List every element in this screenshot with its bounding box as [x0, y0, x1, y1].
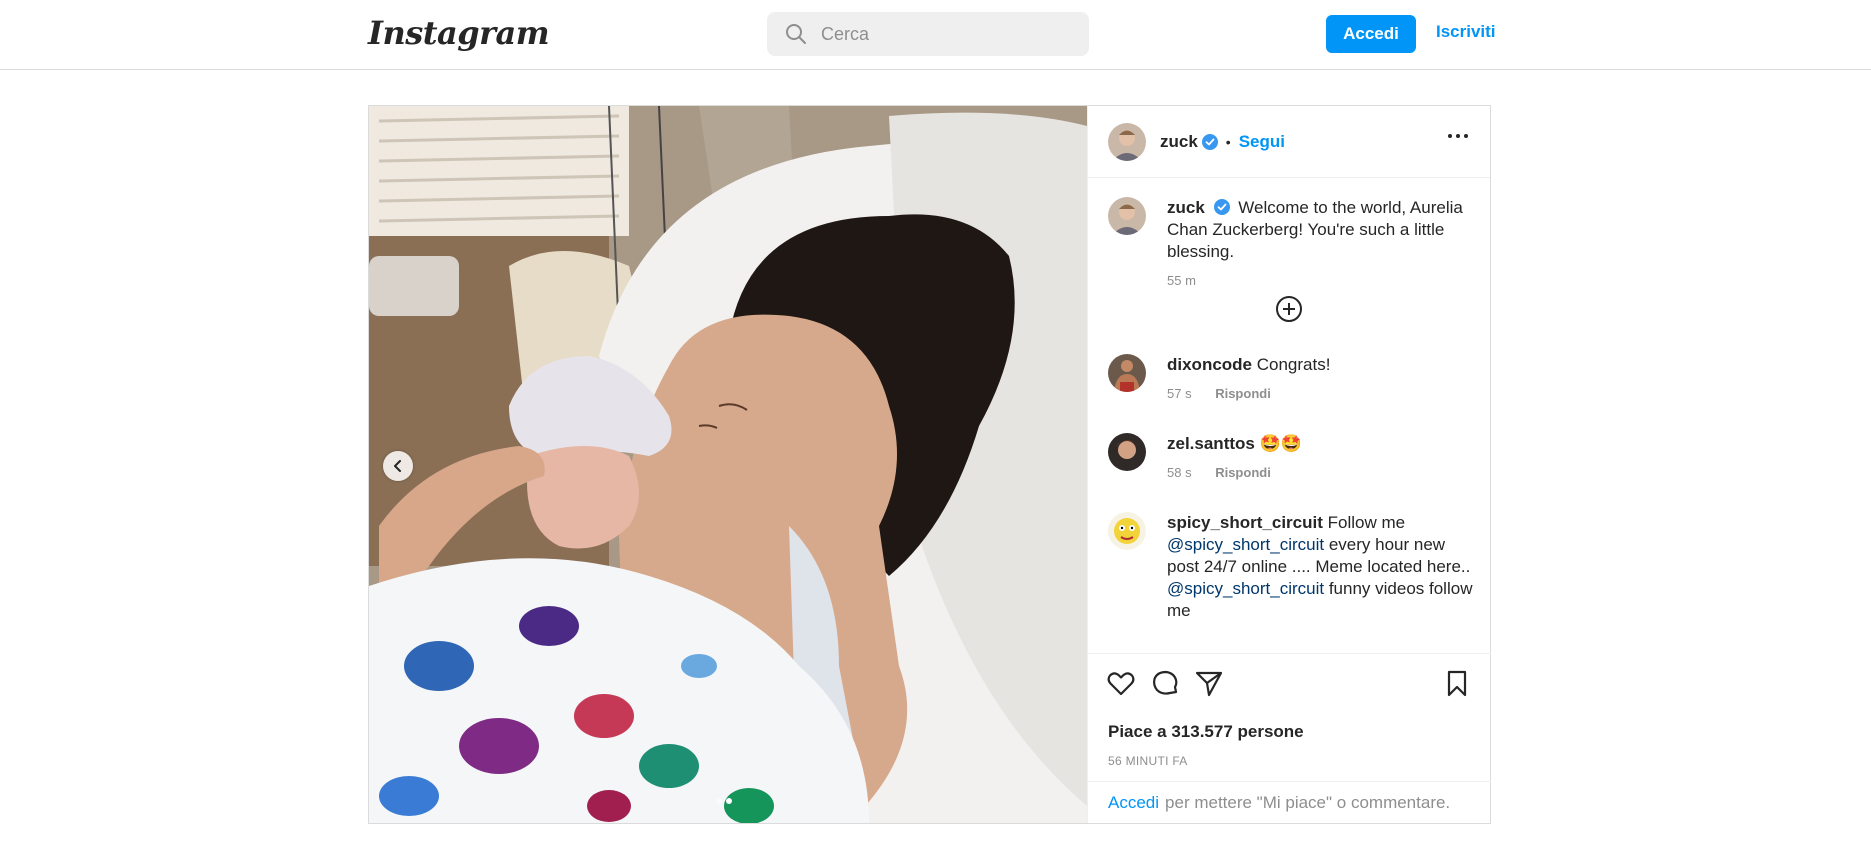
mention-link[interactable]: @spicy_short_circuit — [1167, 535, 1324, 554]
verified-badge-icon — [1201, 133, 1218, 150]
comment-meta: 57 s Rispondi — [1167, 386, 1330, 401]
action-bar — [1088, 653, 1491, 713]
login-prompt-text: per mettere "Mi piace" o commentare. — [1165, 792, 1451, 812]
author-avatar[interactable] — [1108, 197, 1146, 235]
more-options-icon[interactable] — [1448, 134, 1468, 138]
carousel-prev-button[interactable] — [383, 451, 413, 481]
comment-time: 58 s — [1167, 465, 1192, 480]
share-icon[interactable] — [1194, 668, 1224, 698]
comment-text: spicy_short_circuit Follow me @spicy_sho… — [1167, 512, 1478, 622]
top-nav: Instagram Cerca Accedi Iscriviti — [0, 0, 1871, 70]
comment-meta: 58 s Rispondi — [1167, 465, 1302, 480]
login-button[interactable]: Accedi — [1326, 15, 1416, 53]
reply-button[interactable]: Rispondi — [1215, 386, 1271, 401]
comment-body: Follow me — [1327, 513, 1406, 532]
follow-button[interactable]: Segui — [1239, 132, 1285, 152]
commenter-avatar[interactable] — [1108, 354, 1146, 392]
comment-text: dixoncode Congrats! — [1167, 354, 1330, 376]
signup-link[interactable]: Iscriviti — [1436, 22, 1496, 42]
comment-row: zel.santtos 🤩🤩 58 s Rispondi — [1108, 433, 1478, 480]
instagram-logo[interactable]: Instagram — [368, 14, 550, 52]
search-input[interactable]: Cerca — [821, 24, 869, 45]
likes-count[interactable]: Piace a 313.577 persone — [1108, 722, 1304, 742]
post-timestamp: 56 MINUTI FA — [1108, 754, 1188, 768]
search-icon — [785, 23, 807, 45]
chevron-left-icon — [392, 460, 404, 472]
commenter-avatar[interactable] — [1108, 433, 1146, 471]
carousel-dot-active — [726, 798, 732, 804]
caption-text: zuck Welcome to the world, Aurelia Chan … — [1167, 197, 1478, 263]
verified-badge-icon — [1213, 199, 1230, 215]
carousel-dot — [716, 798, 722, 804]
post-card: zuck • Segui zuck Welcome to the world, … — [368, 105, 1491, 824]
heart-icon[interactable] — [1106, 668, 1136, 698]
separator-dot: • — [1225, 133, 1231, 150]
comment-row: spicy_short_circuit Follow me @spicy_sho… — [1108, 512, 1478, 622]
search-box[interactable]: Cerca — [767, 12, 1089, 56]
mention-link[interactable]: @spicy_short_circuit — [1167, 579, 1324, 598]
comment-username[interactable]: dixoncode — [1167, 355, 1252, 374]
post-photo — [369, 106, 1087, 823]
comment-username[interactable]: spicy_short_circuit — [1167, 513, 1323, 532]
caption-row: zuck Welcome to the world, Aurelia Chan … — [1108, 197, 1478, 288]
add-circle-icon[interactable] — [1274, 294, 1304, 324]
bookmark-icon[interactable] — [1442, 668, 1472, 698]
comments-section: zuck Welcome to the world, Aurelia Chan … — [1088, 179, 1491, 649]
comment-body: Congrats! — [1256, 355, 1331, 374]
comment-body: 🤩🤩 — [1259, 434, 1302, 453]
comment-row: dixoncode Congrats! 57 s Rispondi — [1108, 354, 1478, 401]
comment-time: 57 s — [1167, 386, 1192, 401]
login-link[interactable]: Accedi — [1108, 793, 1159, 813]
commenter-avatar[interactable] — [1108, 512, 1146, 550]
carousel-indicator — [716, 798, 732, 804]
caption-body: Welcome to the world, Aurelia Chan Zucke… — [1167, 198, 1463, 261]
author-username[interactable]: zuck — [1160, 132, 1198, 152]
login-prompt: Accedi per mettere "Mi piace" o commenta… — [1088, 781, 1491, 823]
comment-text: zel.santtos 🤩🤩 — [1167, 433, 1302, 455]
caption-time: 55 m — [1167, 273, 1196, 288]
comment-username[interactable]: zel.santtos — [1167, 434, 1255, 453]
caption-username[interactable]: zuck — [1167, 198, 1205, 217]
reply-button[interactable]: Rispondi — [1215, 465, 1271, 480]
post-header: zuck • Segui — [1088, 106, 1490, 178]
post-side-panel: zuck • Segui zuck Welcome to the world, … — [1087, 106, 1491, 823]
author-avatar[interactable] — [1108, 122, 1146, 161]
comment-icon[interactable] — [1150, 668, 1180, 698]
